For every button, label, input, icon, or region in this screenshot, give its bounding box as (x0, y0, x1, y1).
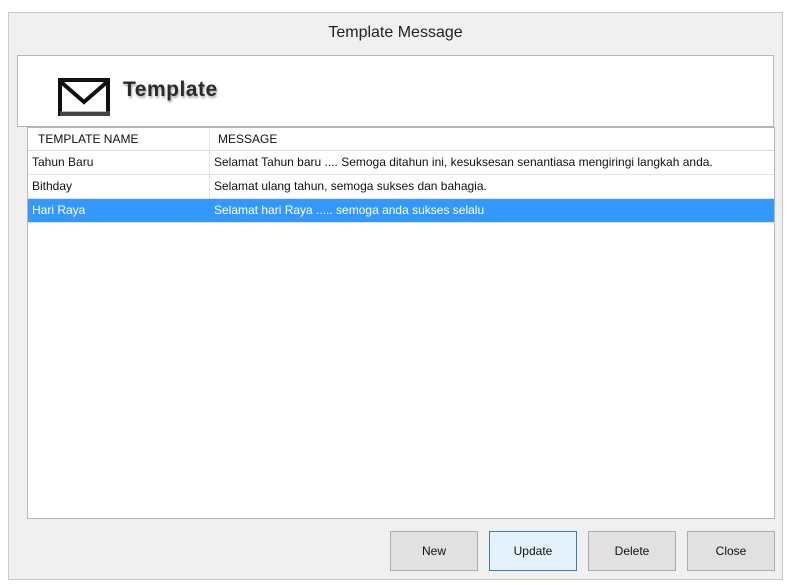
delete-button[interactable]: Delete (588, 531, 676, 571)
update-button[interactable]: Update (489, 531, 577, 571)
window-title: Template Message (328, 24, 463, 41)
cell-message: Selamat ulang tahun, semoga sukses dan b… (214, 179, 487, 193)
column-header-template-name[interactable]: TEMPLATE NAME (28, 128, 210, 150)
cell-template-name: Tahun Baru (28, 151, 210, 174)
table-row-selected[interactable]: Hari Raya Selamat hari Raya ..... semoga… (28, 199, 774, 223)
button-bar: New Update Delete Close (9, 521, 782, 579)
column-header-message[interactable]: MESSAGE (210, 128, 774, 150)
envelope-icon (58, 78, 110, 116)
template-list[interactable]: TEMPLATE NAME MESSAGE Tahun Baru Selamat… (27, 127, 775, 519)
header-panel: Template (17, 55, 774, 127)
list-header: TEMPLATE NAME MESSAGE (28, 128, 774, 151)
cell-template-name: Bithday (28, 175, 210, 198)
close-button[interactable]: Close (687, 531, 775, 571)
table-row[interactable]: Tahun Baru Selamat Tahun baru .... Semog… (28, 151, 774, 175)
new-button[interactable]: New (390, 531, 478, 571)
cell-message: Selamat hari Raya ..... semoga anda suks… (214, 203, 485, 217)
table-row[interactable]: Bithday Selamat ulang tahun, semoga suks… (28, 175, 774, 199)
template-message-window: Template Message Template TEMPLATE NAME … (8, 12, 783, 580)
cell-message: Selamat Tahun baru .... Semoga ditahun i… (214, 155, 713, 169)
header-title: Template (123, 78, 218, 101)
cell-template-name: Hari Raya (28, 199, 210, 222)
